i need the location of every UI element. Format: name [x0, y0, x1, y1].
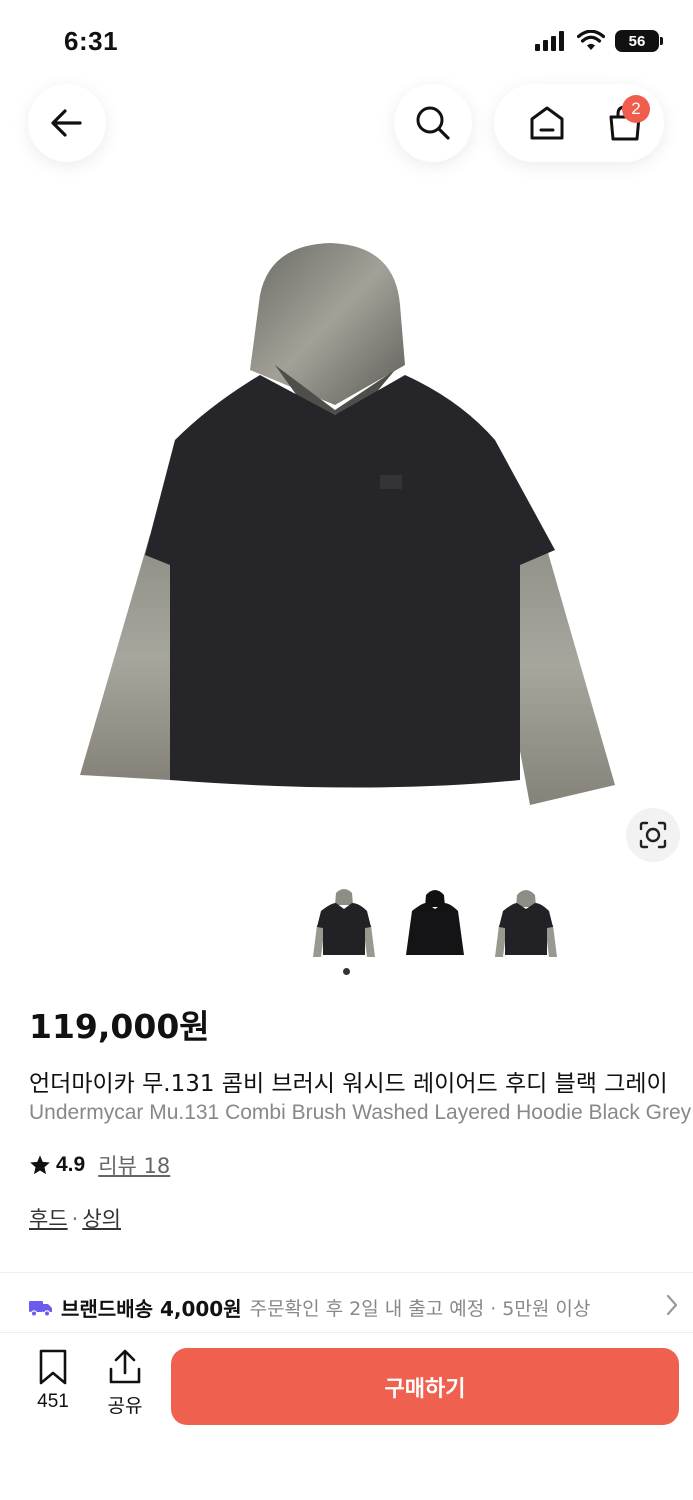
category-separator: ·: [71, 1207, 79, 1231]
cart-button[interactable]: 2: [590, 84, 660, 162]
shipping-label: 브랜드배송 4,000원: [61, 1297, 242, 1321]
thumbnail-3[interactable]: [493, 882, 559, 962]
status-icons: 56: [535, 30, 663, 52]
share-icon: [109, 1349, 141, 1384]
search-button[interactable]: [394, 84, 472, 162]
rating-score: 4.9: [56, 1153, 86, 1176]
thumbnail-1[interactable]: [311, 882, 377, 962]
save-count: 451: [37, 1391, 69, 1412]
nav-pill: 2: [494, 84, 664, 162]
shipping-note: 주문확인 후 2일 내 출고 예정 · 5만원 이상: [249, 1298, 591, 1320]
share-button[interactable]: 공유: [98, 1349, 152, 1418]
product-price: 119,000원: [29, 1007, 210, 1046]
thumbnail-2[interactable]: [402, 882, 468, 962]
lens-search-icon: [639, 821, 667, 849]
status-time: 6:31: [64, 26, 119, 56]
product-name-korean: 언더마이카 무.131 콤비 브러시 워시드 레이어드 후디 블랙 그레이: [29, 1071, 668, 1097]
signal-icon: [535, 31, 564, 51]
thumbnail-image-2: [406, 890, 464, 955]
shipping-info-row[interactable]: 브랜드배송 4,000원 주문확인 후 2일 내 출고 예정 · 5만원 이상: [29, 1293, 689, 1322]
status-bar: 6:31 56: [0, 0, 693, 80]
truck-icon: [29, 1300, 52, 1317]
back-button[interactable]: [28, 84, 106, 162]
lens-search-button[interactable]: [626, 808, 680, 862]
review-link[interactable]: 리뷰 18: [98, 1150, 170, 1180]
rating-row: 4.9 리뷰 18: [29, 1150, 170, 1180]
buy-button[interactable]: 구매하기: [171, 1348, 679, 1425]
back-arrow-icon: [51, 109, 82, 137]
cart-count-badge: 2: [622, 95, 650, 123]
product-name-english: Undermycar Mu.131 Combi Brush Washed Lay…: [29, 1101, 692, 1124]
thumbnail-strip: [311, 882, 559, 962]
home-button[interactable]: [508, 84, 586, 162]
category-breadcrumb: 후드 · 상의: [29, 1203, 121, 1233]
share-label: 공유: [107, 1396, 143, 1417]
wifi-icon: [577, 30, 605, 50]
chevron-right-icon: [666, 1294, 678, 1316]
bottom-action-bar: 451 공유 구매하기: [0, 1333, 693, 1500]
category-link-top[interactable]: 상의: [82, 1207, 121, 1231]
bookmark-icon: [39, 1349, 67, 1385]
image-page-indicator: [343, 968, 350, 975]
search-icon: [416, 106, 450, 140]
category-link-hood[interactable]: 후드: [29, 1207, 68, 1231]
thumbnail-image-1: [313, 889, 375, 957]
product-image[interactable]: [70, 235, 630, 825]
star-icon: [30, 1155, 50, 1175]
section-divider: [0, 1272, 693, 1273]
battery-indicator: 56: [615, 30, 663, 52]
save-button[interactable]: 451: [26, 1349, 80, 1413]
home-icon: [530, 106, 564, 140]
thumbnail-image-3: [495, 890, 557, 957]
